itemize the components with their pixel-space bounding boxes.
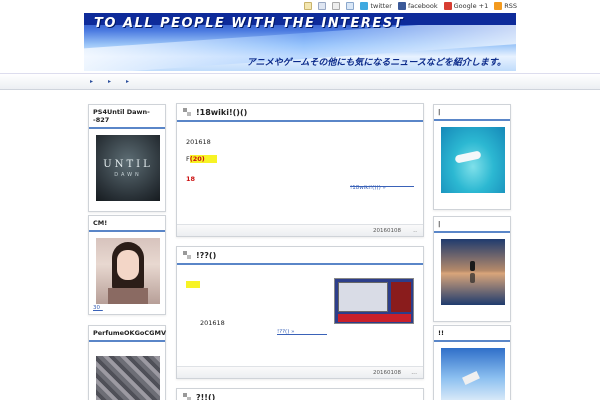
rss-icon: [494, 2, 503, 10]
top-link-mail[interactable]: [332, 2, 341, 10]
boat-photo-thumbnail[interactable]: [441, 127, 505, 193]
read-more-link[interactable]: !??() »: [277, 329, 294, 335]
google-plus-link[interactable]: Google +1: [443, 2, 489, 10]
ski-photo-thumbnail[interactable]: [441, 348, 505, 400]
twitter-icon: [360, 2, 369, 10]
rss-link[interactable]: RSS: [494, 2, 517, 10]
facebook-icon: [397, 2, 406, 10]
top-links: twitter facebook Google +1 RSS: [304, 2, 517, 10]
post-2: !??() 201618 !??() » 20160108 ...: [176, 246, 424, 379]
widget-title: |: [434, 105, 510, 121]
right-widget-2: |: [433, 216, 511, 322]
widget-title: !!: [434, 326, 510, 342]
post-red-text: 18: [186, 175, 196, 183]
header-banner[interactable]: TO ALL PEOPLE WITH THE INTEREST アニメやゲームそ…: [84, 13, 516, 71]
widget-title: CM!: [89, 216, 165, 232]
post-footer: 20160108 ...: [177, 366, 423, 378]
twitter-link[interactable]: twitter: [360, 2, 392, 10]
post-bullet-icon: [183, 393, 191, 400]
left-widget-1: PS4Until Dawn--827 UNTIL DAWN: [88, 104, 166, 212]
site-subtitle: アニメやゲームその他にも気になるニュースなどを紹介します。: [246, 58, 506, 68]
post-footer: 20160108 ..: [177, 224, 423, 236]
top-link-user[interactable]: [318, 2, 327, 10]
left-widget-3: PerfumeOKGoCGMV: [88, 325, 166, 400]
mail-icon: [332, 2, 341, 10]
top-link-feed[interactable]: [346, 2, 355, 10]
post-bullet-icon: [183, 251, 191, 260]
google-plus-icon: [443, 2, 452, 10]
post-footer-dots[interactable]: ..: [413, 227, 417, 234]
right-widget-3: !!: [433, 325, 511, 400]
widget-title: PS4Until Dawn--827: [89, 105, 165, 129]
post-date-line: 201618: [200, 319, 225, 327]
right-widget-1: |: [433, 104, 511, 210]
twitter-label: twitter: [370, 2, 392, 10]
post-footer-date: 20160108: [373, 370, 401, 376]
post-screenshot-thumbnail[interactable]: [334, 278, 414, 324]
post-title-bar: !18wiki!()(): [177, 104, 423, 122]
nav-item-1[interactable]: ▸: [90, 78, 93, 85]
post-line2: F(20): [186, 155, 217, 163]
post-highlight-block: [186, 281, 200, 288]
post-title[interactable]: !18wiki!()(): [196, 108, 247, 117]
nav-item-2[interactable]: ▸: [108, 78, 111, 85]
facebook-link[interactable]: facebook: [397, 2, 438, 10]
user-icon: [318, 2, 327, 10]
google-plus-label: Google +1: [453, 2, 489, 10]
post-title[interactable]: ?!!(): [196, 393, 215, 400]
widget-title: |: [434, 217, 510, 233]
left-widget-2: CM! 30_: [88, 215, 166, 315]
facebook-label: facebook: [407, 2, 438, 10]
cm-thumbnail[interactable]: [96, 238, 160, 304]
until-dawn-thumbnail[interactable]: UNTIL DAWN: [96, 135, 160, 201]
cm-caption-link[interactable]: 30_: [93, 305, 103, 311]
post-title[interactable]: !??(): [196, 251, 216, 260]
widget-title: PerfumeOKGoCGMV: [89, 326, 166, 342]
post-3: ?!!(): [176, 388, 424, 400]
rss-feed-icon: [346, 2, 355, 10]
post-1: !18wiki!()() 201618 F(20) 18 !18wiki!()(…: [176, 103, 424, 237]
top-link-edit[interactable]: [304, 2, 313, 10]
post-highlight: (20): [189, 155, 205, 163]
post-title-bar: !??(): [177, 247, 423, 265]
post-title-bar: ?!!(): [177, 389, 423, 400]
post-footer-date: 20160108: [373, 228, 401, 234]
post-footer-dots[interactable]: ...: [411, 369, 417, 376]
highlight-bar: [204, 155, 217, 163]
top-bar: twitter facebook Google +1 RSS: [0, 0, 600, 13]
perfume-thumbnail[interactable]: [96, 356, 160, 400]
site-title: TO ALL PEOPLE WITH THE INTEREST: [94, 16, 404, 31]
post-bullet-icon: [183, 108, 191, 117]
nav-item-3[interactable]: ▸: [126, 78, 129, 85]
read-more-link[interactable]: !18wiki!()() »: [350, 185, 386, 191]
nav-bar: ▸ ▸ ▸: [0, 73, 600, 90]
rss-label: RSS: [504, 2, 517, 10]
reflection-photo-thumbnail[interactable]: [441, 239, 505, 305]
post-date-line: 201618: [186, 138, 211, 146]
edit-icon: [304, 2, 313, 10]
